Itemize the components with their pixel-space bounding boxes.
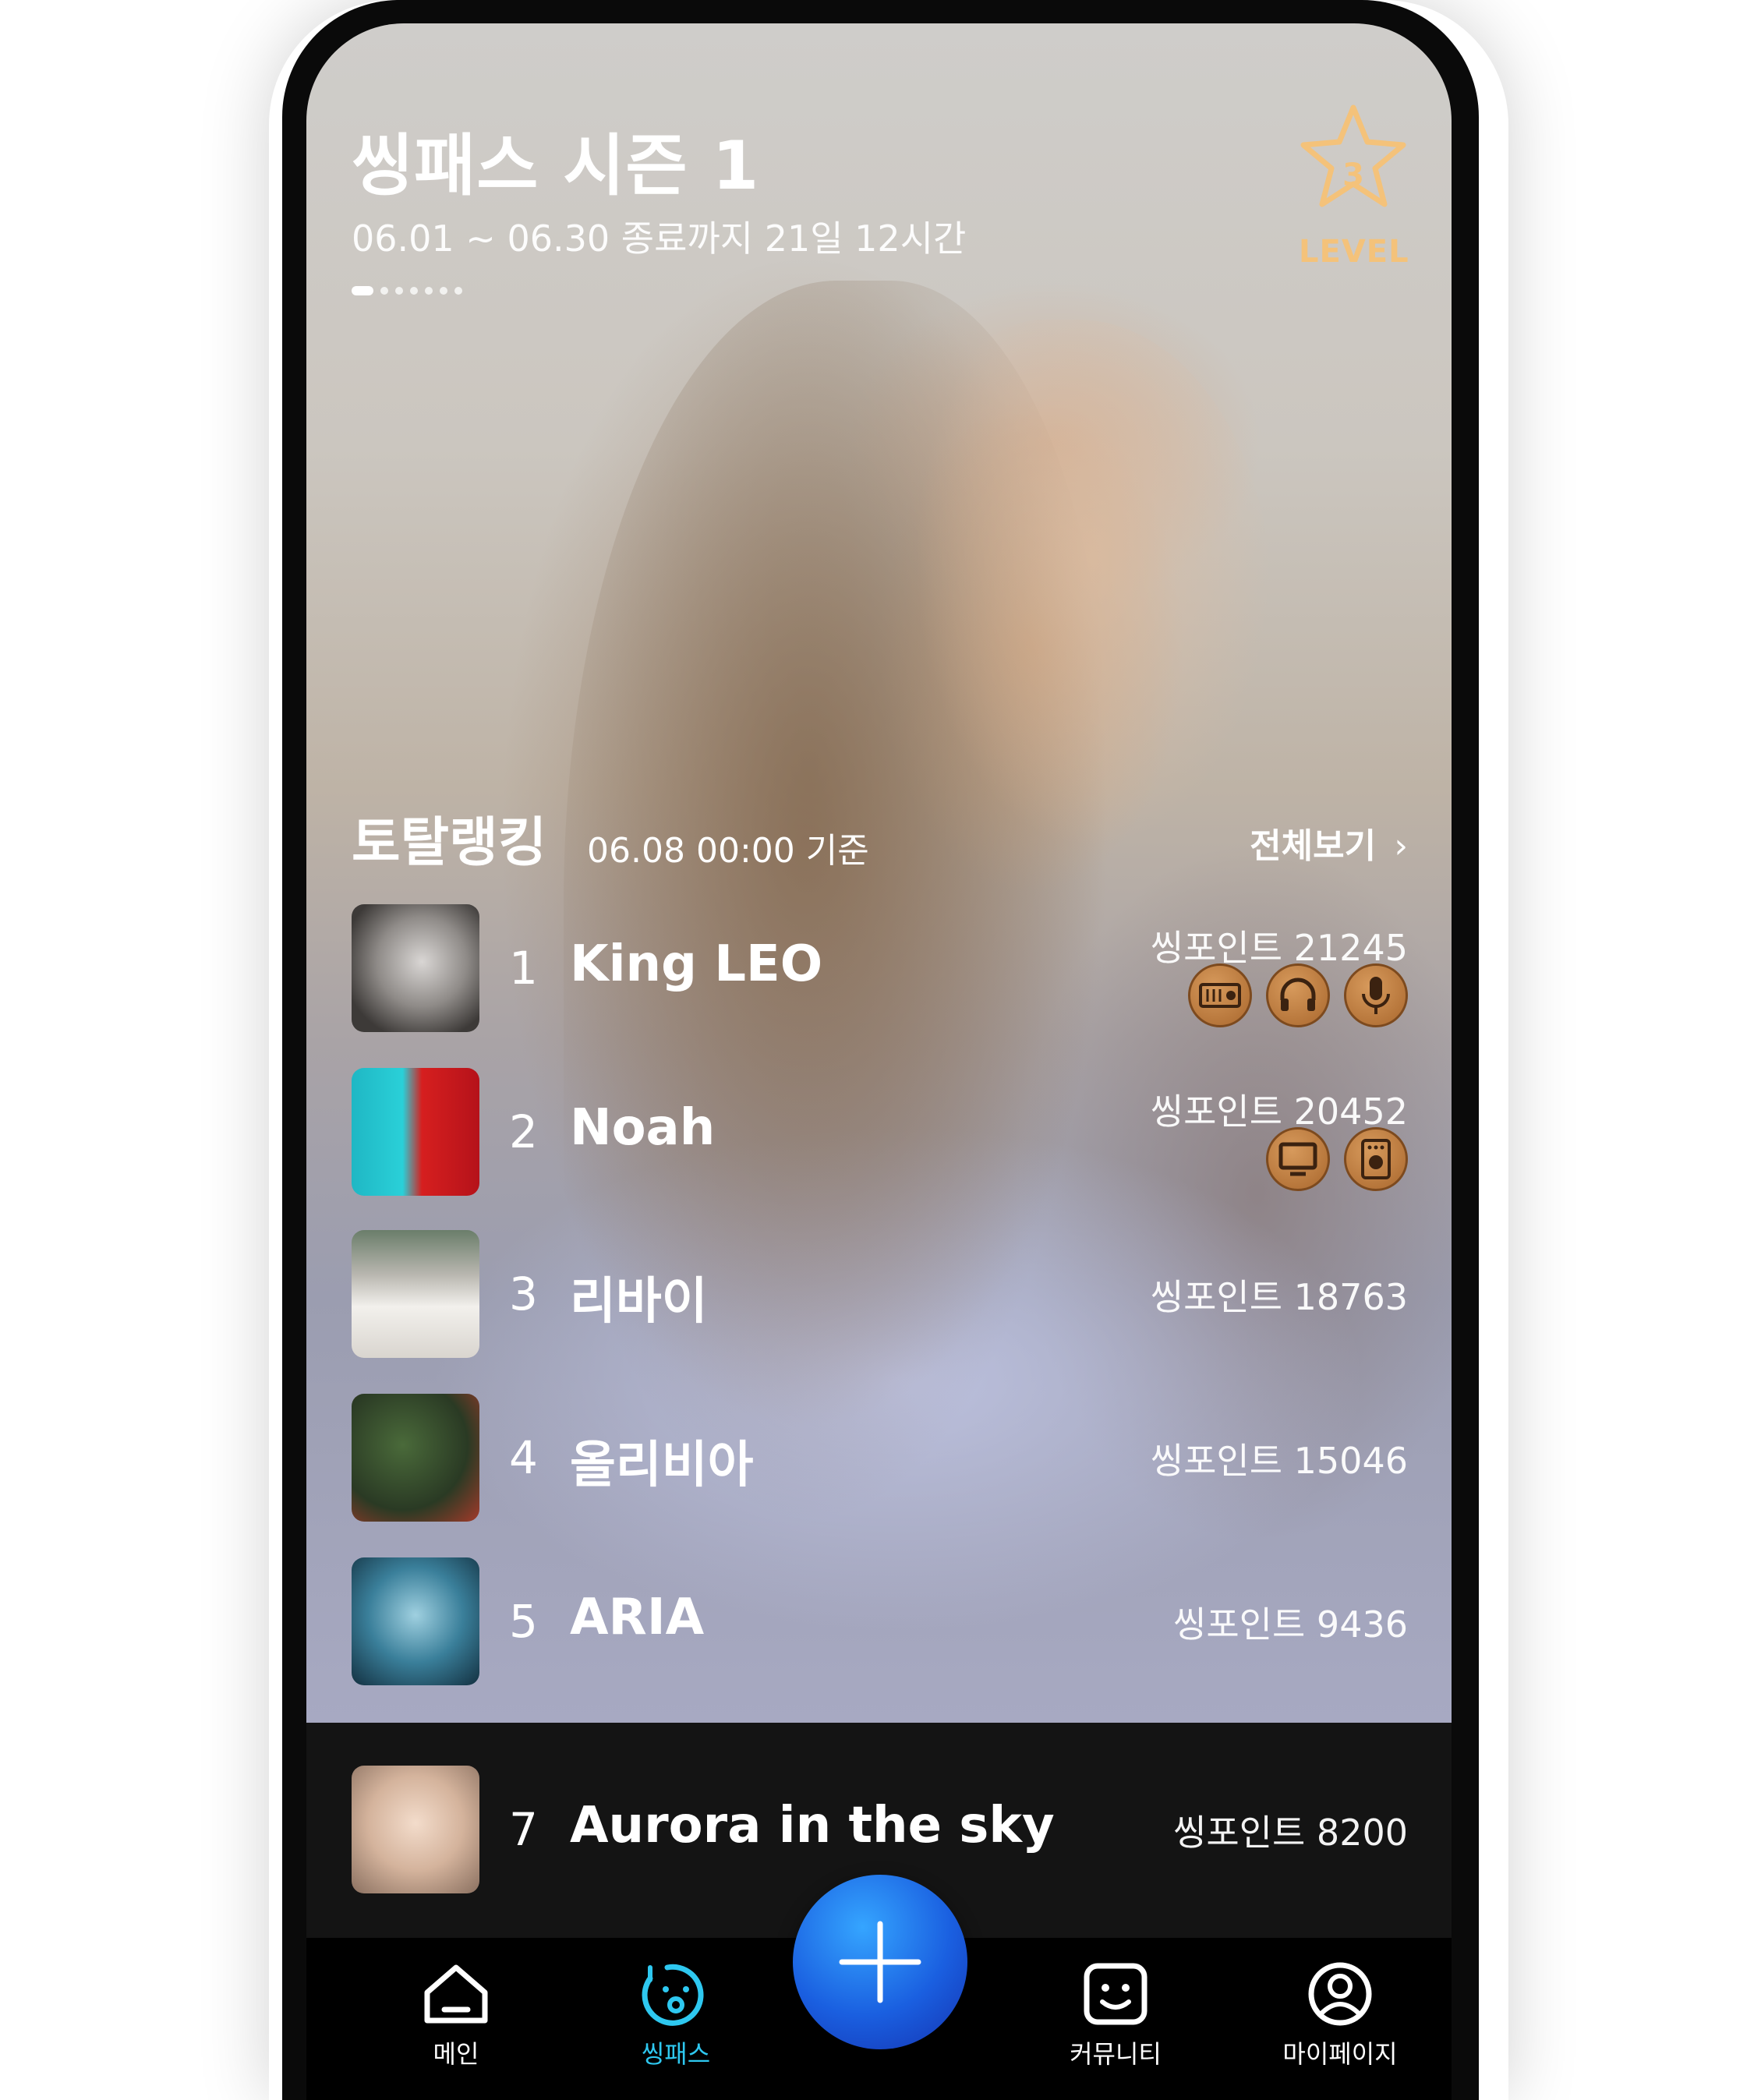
see-all-link[interactable]: 전체보기 › <box>1250 818 1408 868</box>
ranking-row-4[interactable]: 4 올리비아 씽포인트 15046 <box>352 1394 1408 1523</box>
avatar <box>352 1394 479 1522</box>
page-title: 씽패스 시즌 1 <box>352 127 760 205</box>
home-icon <box>424 1964 488 2024</box>
plus-icon <box>839 1921 921 2003</box>
rank-number: 4 <box>509 1431 538 1484</box>
smile-icon <box>1084 1963 1148 2025</box>
level-number: 3 <box>1342 157 1364 193</box>
rank-number: 1 <box>509 942 538 995</box>
nav-label: 씽패스 <box>641 2039 711 2069</box>
carousel-dot[interactable] <box>454 287 462 295</box>
avatar <box>352 1766 479 1893</box>
carousel-dot[interactable] <box>425 287 433 295</box>
ranking-title: 토탈랭킹 <box>352 812 547 874</box>
see-all-label: 전체보기 <box>1250 826 1377 866</box>
ranking-row-3[interactable]: 3 리바이 씽포인트 18763 <box>352 1230 1408 1359</box>
carousel-dot[interactable] <box>395 287 403 295</box>
headphones-icon <box>1266 963 1330 1027</box>
rank-name: King LEO <box>570 935 823 993</box>
rank-number: 3 <box>509 1267 538 1320</box>
carousel-dot[interactable] <box>410 287 418 295</box>
microphone-icon <box>1344 963 1408 1027</box>
nav-item-main[interactable]: 메인 <box>378 1961 534 2086</box>
level-label: LEVEL <box>1299 234 1409 270</box>
avatar <box>352 904 479 1032</box>
rank-name: 리바이 <box>570 1273 708 1331</box>
speaker-icon <box>1344 1127 1408 1191</box>
carousel-dot[interactable] <box>440 287 447 295</box>
rank-number: 7 <box>509 1803 538 1856</box>
carousel-dot-active[interactable] <box>352 286 373 295</box>
ranking-header: 토탈랭킹 06.08 00:00 기준 전체보기 › <box>352 791 1408 874</box>
nav-item-community[interactable]: 커뮤니티 <box>1038 1961 1193 2086</box>
nav-label: 메인 <box>433 2039 479 2069</box>
ranking-row-5[interactable]: 5 ARIA 씽포인트 9436 <box>352 1557 1408 1687</box>
rank-number: 5 <box>509 1595 538 1648</box>
rank-name: Noah <box>570 1099 716 1157</box>
carousel-dot[interactable] <box>380 287 388 295</box>
badge-list <box>1266 1127 1408 1191</box>
avatar <box>352 1068 479 1196</box>
nav-label: 커뮤니티 <box>1070 2039 1162 2069</box>
rank-name: Aurora in the sky <box>570 1797 1055 1854</box>
radio-icon <box>1188 963 1252 1027</box>
singpass-icon <box>642 1964 704 2026</box>
nav-label: 마이페이지 <box>1282 2039 1398 2069</box>
badge-list <box>1188 963 1408 1027</box>
level-badge[interactable]: 3 LEVEL <box>1299 101 1409 273</box>
rank-points: 씽포인트 18763 <box>1150 1276 1408 1318</box>
ranking-row-2[interactable]: 2 Noah 씽포인트 20452 <box>352 1068 1408 1197</box>
season-period: 06.01 ~ 06.30 종료까지 21일 12시간 <box>352 217 967 260</box>
monitor-icon <box>1266 1127 1330 1191</box>
photo-face-shade <box>914 320 1273 850</box>
rank-number: 2 <box>509 1105 538 1158</box>
user-icon <box>1308 1962 1372 2026</box>
add-button[interactable] <box>793 1875 967 2049</box>
rank-points: 씽포인트 15046 <box>1150 1440 1408 1482</box>
rank-name: 올리비아 <box>570 1437 754 1494</box>
nav-item-singpass[interactable]: 씽패스 <box>598 1961 754 2086</box>
chevron-right-icon: › <box>1394 826 1408 866</box>
ranking-basis: 06.08 00:00 기준 <box>587 831 869 871</box>
rank-points: 씽포인트 8200 <box>1173 1812 1408 1854</box>
app-screen: 씽패스 시즌 1 06.01 ~ 06.30 종료까지 21일 12시간 3 L… <box>306 23 1452 2100</box>
avatar <box>352 1557 479 1685</box>
rank-name: ARIA <box>570 1589 705 1646</box>
avatar <box>352 1230 479 1358</box>
rank-points: 씽포인트 9436 <box>1173 1603 1408 1646</box>
carousel-indicator[interactable] <box>352 285 462 296</box>
ranking-row-1[interactable]: 1 King LEO 씽포인트 21245 <box>352 904 1408 1034</box>
nav-item-mypage[interactable]: 마이페이지 <box>1262 1961 1418 2086</box>
